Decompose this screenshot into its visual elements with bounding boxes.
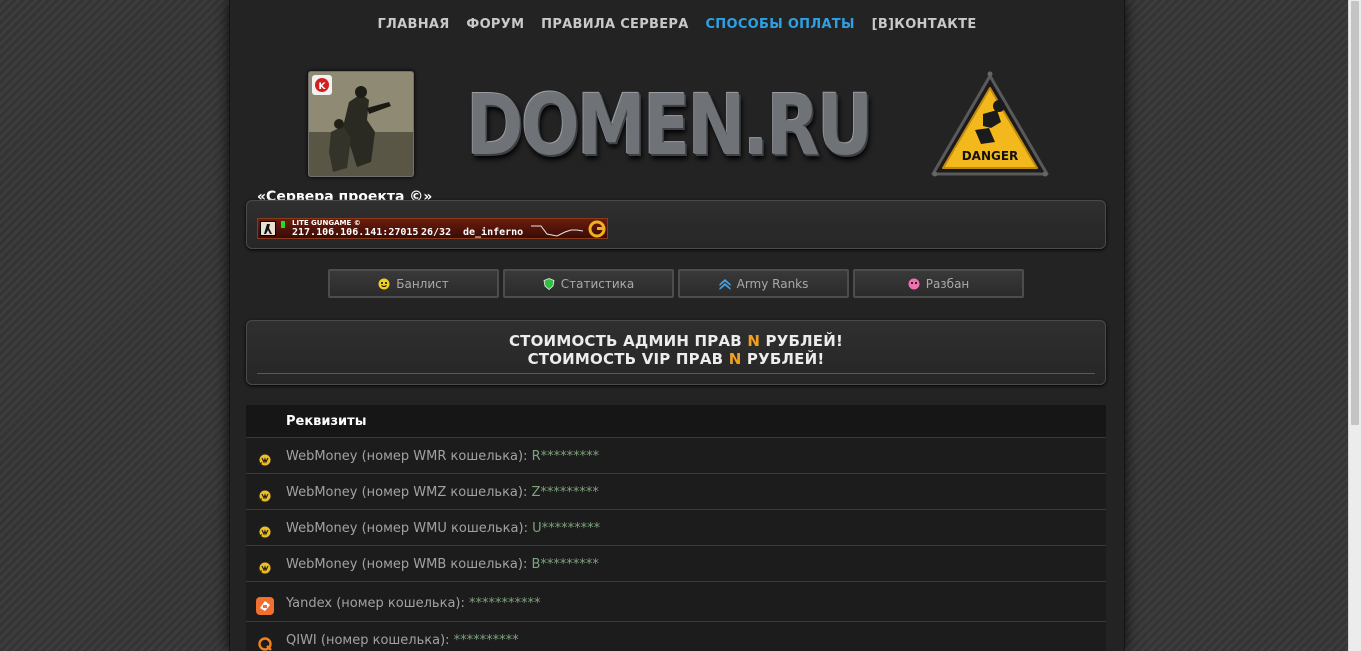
tab-statistics-label: Статистика: [560, 276, 635, 291]
webmoney-icon: [257, 518, 273, 539]
list-item: Yandex (номер кошелька): ***********: [246, 582, 1106, 622]
tab-banlist-label: Банлист: [396, 276, 449, 291]
requisite-label: WebMoney (номер WMB кошелька):: [286, 557, 528, 572]
servers-panel: LITE GUNGAME © 217.106.106.141:27015 26/…: [246, 200, 1106, 249]
scrollbar-thumb[interactable]: [1351, 1, 1359, 425]
vip-price-text: СТОИМОСТЬ VIP ПРАВ: [527, 350, 729, 368]
online-status-indicator: [281, 221, 285, 228]
server-address: 217.106.106.141:27015: [292, 227, 419, 238]
tab-army-ranks-label: Army Ranks: [736, 276, 809, 291]
requisite-value: U*********: [527, 521, 601, 536]
yandex-money-icon: [255, 591, 275, 615]
cs-soldiers-image: K: [308, 71, 414, 177]
vip-price-line: СТОИМОСТЬ VIP ПРАВ N РУБЛЕЙ!: [247, 350, 1105, 368]
smiley-icon: [378, 278, 390, 290]
admin-price-suffix: РУБЛЕЙ!: [760, 332, 844, 350]
requisite-value: **********: [449, 633, 519, 648]
webmoney-icon: [257, 446, 273, 467]
admin-price-line: СТОИМОСТЬ АДМИН ПРАВ N РУБЛЕЙ!: [247, 332, 1105, 350]
nav-server-rules[interactable]: ПРАВИЛА СЕРВЕРА: [541, 17, 688, 32]
player-graph-icon: [531, 220, 584, 238]
vip-price-suffix: РУБЛЕЙ!: [741, 350, 825, 368]
webmoney-icon: [257, 554, 273, 575]
requisites-table: Реквизиты WebMoney (номер WMR кошелька):…: [246, 405, 1106, 651]
nav-vkontakte[interactable]: [В]КОНТАКТЕ: [872, 17, 977, 32]
vip-price-value: N: [728, 350, 742, 368]
qiwi-icon: [257, 630, 273, 651]
requisites-title: Реквизиты: [246, 405, 1106, 438]
tab-army-ranks[interactable]: Army Ranks: [678, 269, 849, 298]
server-name: LITE GUNGAME ©: [292, 219, 361, 227]
requisite-label: WebMoney (номер WMR кошелька):: [286, 449, 528, 464]
server-players: 26/32: [421, 227, 452, 238]
server-map: de_inferno: [463, 227, 524, 238]
requisite-label: Yandex (номер кошелька):: [286, 596, 465, 611]
webmoney-icon: [257, 482, 273, 503]
page-container: ГЛАВНАЯ ФОРУМ ПРАВИЛА СЕРВЕРА СПОСОБЫ ОП…: [229, 0, 1125, 651]
list-item: QIWI (номер кошелька): **********: [246, 622, 1106, 651]
site-logo[interactable]: DOMEN.RU: [466, 70, 873, 180]
prices-panel: СТОИМОСТЬ АДМИН ПРАВ N РУБЛЕЙ! СТОИМОСТЬ…: [246, 320, 1106, 385]
nav-home[interactable]: ГЛАВНАЯ: [377, 17, 449, 32]
pink-smiley-icon: [908, 278, 920, 290]
list-item: WebMoney (номер WMR кошелька): R********…: [246, 438, 1106, 474]
tab-unban-label: Разбан: [925, 276, 970, 291]
requisite-value: R*********: [527, 449, 600, 464]
tab-banlist[interactable]: Банлист: [328, 269, 499, 298]
requisite-label: WebMoney (номер WMU кошелька):: [286, 521, 528, 536]
list-item: WebMoney (номер WMU кошелька): U********…: [246, 510, 1106, 546]
divider: [257, 373, 1095, 374]
requisite-value: ***********: [464, 596, 541, 611]
admin-price-value: N: [747, 332, 761, 350]
counter-strike-icon: [260, 221, 276, 236]
requisite-label: WebMoney (номер WMZ кошелька):: [286, 485, 528, 500]
svg-text:K: K: [319, 82, 327, 92]
admin-price-text: СТОИМОСТЬ АДМИН ПРАВ: [508, 332, 748, 350]
shield-icon: [543, 277, 555, 290]
gametracker-icon: [587, 220, 607, 238]
requisite-label: QIWI (номер кошелька):: [286, 633, 450, 648]
danger-sign-icon: DANGER: [925, 70, 1055, 182]
danger-label: DANGER: [962, 149, 1019, 163]
nav-payment-methods[interactable]: СПОСОБЫ ОПЛАТЫ: [705, 17, 854, 32]
list-item: WebMoney (номер WMZ кошелька): Z********…: [246, 474, 1106, 510]
requisite-value: B*********: [527, 557, 599, 572]
tab-unban[interactable]: Разбан: [853, 269, 1024, 298]
rank-chevron-icon: [719, 278, 731, 290]
list-item: WebMoney (номер WMB кошелька): B********…: [246, 546, 1106, 582]
nav-forum[interactable]: ФОРУМ: [466, 17, 524, 32]
tab-statistics[interactable]: Статистика: [503, 269, 674, 298]
main-nav: ГЛАВНАЯ ФОРУМ ПРАВИЛА СЕРВЕРА СПОСОБЫ ОП…: [230, 17, 1124, 32]
page-scrollbar[interactable]: [1348, 0, 1361, 651]
requisite-value: Z*********: [527, 485, 599, 500]
server-banner[interactable]: LITE GUNGAME © 217.106.106.141:27015 26/…: [257, 218, 608, 239]
